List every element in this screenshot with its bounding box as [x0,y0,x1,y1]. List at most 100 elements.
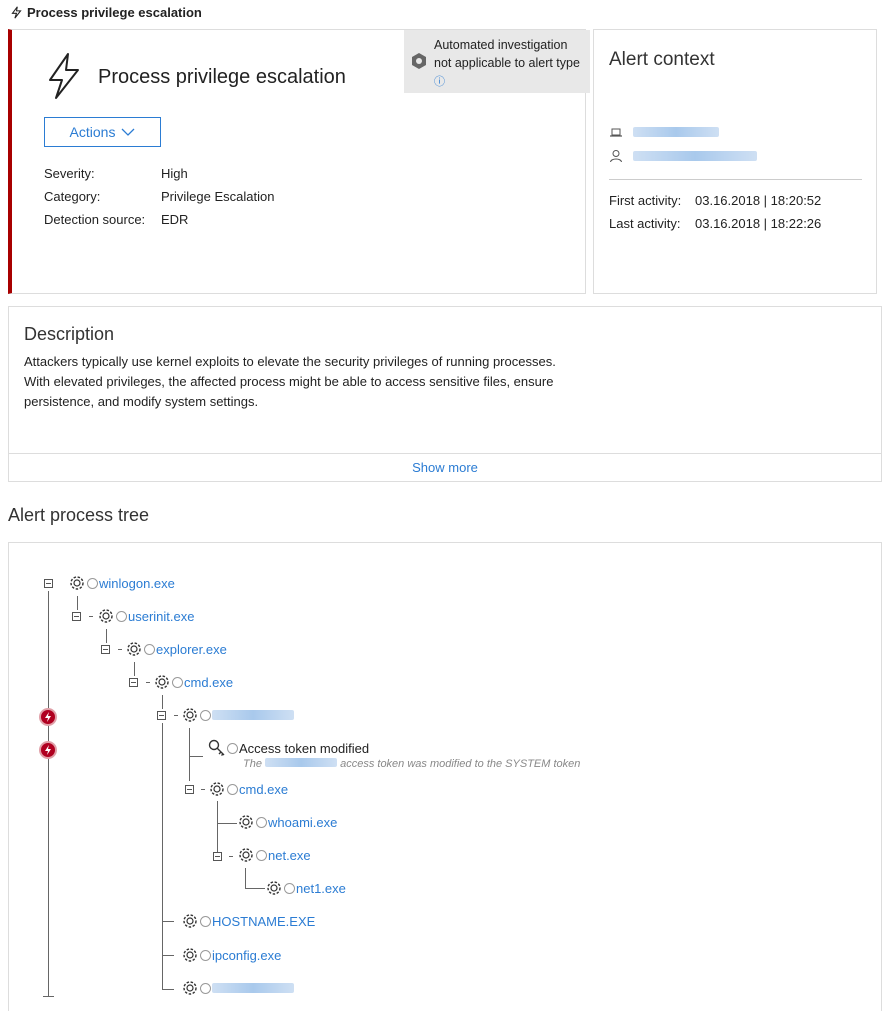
status-circle-icon [200,982,211,994]
process-node[interactable]: whoami.exe [236,812,337,832]
automated-investigation-notice: Automated investigation not applicable t… [404,30,590,93]
process-node[interactable]: ipconfig.exe [180,945,281,965]
gear-icon [210,782,224,796]
collapse-toggle[interactable] [185,785,194,794]
tree-connector [174,715,178,716]
collapse-toggle[interactable] [129,678,138,687]
process-tree-title: Alert process tree [8,505,150,525]
status-circle-icon [172,676,183,688]
redacted-user-name [633,151,757,161]
status-circle-icon [200,949,211,961]
gear-icon [183,981,197,995]
process-node[interactable]: net1.exe [264,878,346,898]
breadcrumb: Process privilege escalation [10,5,202,20]
first-activity-label: First activity: [609,193,682,208]
process-link[interactable]: cmd.exe [184,675,233,690]
alert-marker-icon[interactable] [39,741,57,759]
property-row: Detection source: EDR [44,208,274,231]
status-circle-icon [200,915,211,927]
process-link[interactable]: winlogon.exe [99,576,175,591]
show-more-link[interactable]: Show more [9,460,881,475]
process-link[interactable]: whoami.exe [268,815,337,830]
alert-title: Process privilege escalation [98,66,346,88]
tree-connector [245,888,265,889]
tree-connector [162,955,174,956]
tree-connector [201,789,205,790]
tree-connector [229,856,233,857]
process-node[interactable]: winlogon.exe [67,573,175,593]
process-node[interactable]: explorer.exe [124,639,227,659]
collapse-toggle[interactable] [157,711,166,720]
status-circle-icon [116,610,127,622]
process-link[interactable]: ipconfig.exe [212,948,281,963]
last-activity: Last activity: 03.16.2018 | 18:22:26 [609,216,821,231]
status-circle-icon [256,816,267,828]
laptop-icon [610,128,622,137]
tree-connector [217,823,237,824]
process-node[interactable]: HOSTNAME.EXE [180,911,315,931]
redacted-process-link[interactable] [212,710,294,720]
alert-summary-card: Process privilege escalation Automated i… [8,29,590,294]
first-activity-value: 03.16.2018 | 18:20:52 [695,193,822,208]
tree-connector [106,629,107,643]
machine-link[interactable] [609,125,719,139]
process-link[interactable]: explorer.exe [156,642,227,657]
tree-connector [189,728,190,781]
process-node[interactable]: userinit.exe [96,606,194,626]
actions-label: Actions [69,124,116,140]
process-node[interactable] [180,705,294,725]
event-title: Access token modified [239,740,370,756]
tree-connector [245,868,246,889]
process-link[interactable]: net.exe [268,848,311,863]
property-key: Severity: [44,166,95,181]
status-circle-icon [256,849,267,861]
process-link[interactable]: net1.exe [296,881,346,896]
property-value: High [161,166,188,181]
process-link[interactable]: HOSTNAME.EXE [212,914,315,929]
process-link[interactable]: cmd.exe [239,782,288,797]
key-icon [208,739,225,756]
property-row: Severity: High [44,162,274,185]
event-node[interactable]: Access token modified [207,738,369,758]
alert-properties: Severity: High Category: Privilege Escalat… [44,162,274,231]
status-circle-icon [227,742,238,754]
gear-icon [70,576,84,590]
status-circle-icon [87,577,98,589]
property-value: Privilege Escalation [161,189,275,204]
user-link[interactable] [609,149,757,163]
divider [609,179,862,180]
process-link[interactable]: userinit.exe [128,609,194,624]
collapse-toggle[interactable] [44,579,53,588]
redacted-process-link[interactable] [212,983,294,993]
tree-connector [118,649,122,650]
tree-connector [146,682,150,683]
info-icon[interactable]: ⓘ [434,76,445,88]
process-node[interactable] [180,978,294,998]
collapse-toggle[interactable] [101,645,110,654]
process-node[interactable]: cmd.exe [207,779,288,799]
event-detail-prefix: The [243,758,262,770]
first-activity: First activity: 03.16.2018 | 18:20:52 [609,193,821,208]
divider [9,453,881,454]
description-card: Description Attackers typically use kern… [8,306,882,482]
process-node[interactable]: cmd.exe [152,672,233,692]
breadcrumb-title: Process privilege escalation [27,5,202,20]
collapse-toggle[interactable] [72,612,81,621]
gear-icon [183,708,197,722]
actions-button[interactable]: Actions [44,117,161,147]
collapse-toggle[interactable] [213,852,222,861]
tree-connector [162,695,163,709]
description-title: Description [24,324,115,344]
alert-marker-icon[interactable] [39,708,57,726]
gear-icon [99,609,113,623]
process-node[interactable]: net.exe [236,845,311,865]
tree-connector [77,596,78,610]
property-key: Detection source: [44,212,146,227]
gear-icon [239,848,253,862]
event-detail-suffix: access token was modified to the SYSTEM … [340,758,581,770]
automated-investigation-text: Automated investigation not applicable t… [434,38,580,70]
status-circle-icon [284,882,295,894]
event-detail: The access token was modified to the SYS… [243,758,580,770]
last-activity-label: Last activity: [609,216,681,231]
status-circle-icon [227,783,238,795]
